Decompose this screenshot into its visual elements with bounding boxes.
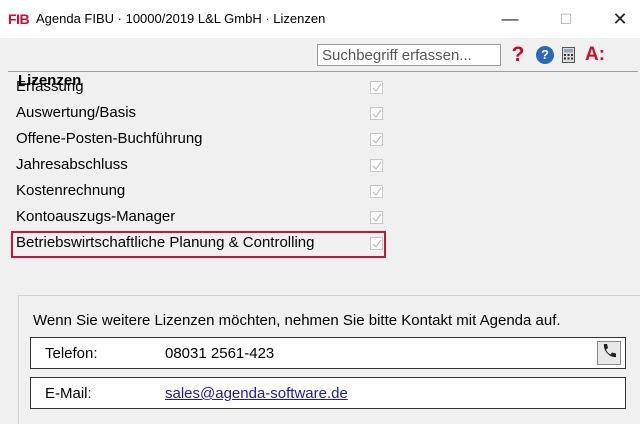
phone-label: Telefon: — [45, 345, 98, 362]
license-row-auswertung: Auswertung/Basis — [16, 102, 136, 124]
license-row-kostenrechnung: Kostenrechnung — [16, 180, 125, 202]
window-title: Agenda FIBU · 10000/2019 L&L GmbH · Lize… — [36, 11, 326, 26]
maximize-button[interactable]: ☐ — [543, 4, 589, 34]
license-row-offene-posten: Offene-Posten-Buchführung — [16, 128, 203, 150]
license-checkbox — [370, 107, 383, 120]
app-logo: FIB — [8, 11, 30, 27]
contact-message: Wenn Sie weitere Lizenzen möchten, nehme… — [33, 312, 561, 329]
email-row: E-Mail: sales@agenda-software.de — [30, 377, 626, 409]
license-label: Kostenrechnung — [16, 182, 126, 199]
license-label: Erfassung — [16, 78, 84, 95]
phone-call-button[interactable] — [597, 341, 621, 365]
question-icon[interactable]: ? — [508, 43, 528, 67]
license-label: Auswertung/Basis — [16, 104, 137, 121]
license-checkbox — [370, 81, 383, 94]
calculator-icon[interactable] — [562, 47, 575, 63]
license-label: Jahresabschluss — [16, 156, 128, 173]
highlight-frame — [11, 231, 386, 258]
license-checkbox — [370, 185, 383, 198]
license-row-jahresabschluss: Jahresabschluss — [16, 154, 128, 176]
phone-row: Telefon: 08031 2561-423 — [30, 337, 626, 369]
phone-icon — [601, 343, 617, 363]
license-label: Kontoauszugs-Manager — [16, 208, 176, 225]
search-input[interactable] — [317, 44, 501, 66]
help-icon[interactable]: ? — [536, 46, 554, 64]
phone-value: 08031 2561-423 — [165, 345, 275, 362]
section-title: Lizenzen — [8, 71, 638, 91]
license-label: Offene-Posten-Buchführung — [16, 130, 203, 147]
email-link[interactable]: sales@agenda-software.de — [165, 385, 348, 402]
license-checkbox — [370, 211, 383, 224]
close-button[interactable]: ✕ — [597, 4, 640, 34]
a-drive-icon[interactable]: A: — [585, 44, 605, 66]
email-label: E-Mail: — [45, 385, 92, 402]
license-checkbox — [370, 133, 383, 146]
title-bar: FIB Agenda FIBU · 10000/2019 L&L GmbH · … — [0, 0, 640, 38]
toolbar: ? ? A: — [0, 38, 640, 72]
minimize-button[interactable]: — — [487, 4, 533, 34]
license-row-kontoauszugs-manager: Kontoauszugs-Manager — [16, 206, 175, 228]
license-checkbox — [370, 159, 383, 172]
license-row-erfassung: Erfassung — [16, 76, 84, 98]
